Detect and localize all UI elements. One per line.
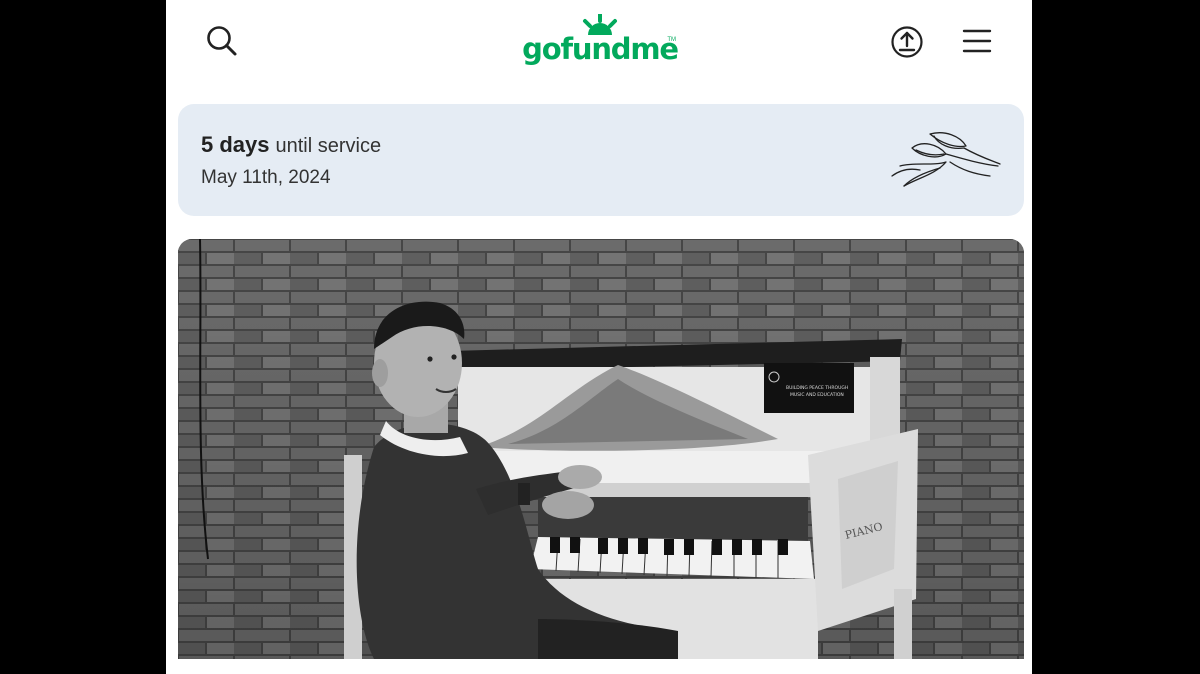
man-at-piano-photo: BUILDING PEACE THROUGH MUSIC AND EDUCATI… bbox=[178, 239, 1024, 659]
days-until-service: 5 days bbox=[201, 132, 270, 157]
menu-icon bbox=[962, 29, 992, 53]
search-icon bbox=[207, 26, 237, 56]
share-icon bbox=[891, 26, 923, 58]
logo-wordmark: gofundme bbox=[522, 32, 679, 66]
logo-trademark: TM bbox=[667, 37, 676, 43]
top-navigation-bar: gofundme TM bbox=[166, 0, 1032, 90]
gofundme-logo[interactable]: gofundme TM bbox=[522, 14, 679, 70]
page-viewport: gofundme TM 5 days until service May 11th… bbox=[166, 0, 1032, 674]
until-service-label: until service bbox=[275, 135, 382, 157]
service-countdown-banner: 5 days until service May 11th, 2024 bbox=[178, 104, 1024, 216]
piano-sign-line-1: BUILDING PEACE THROUGH bbox=[786, 385, 848, 391]
service-countdown: 5 days until service bbox=[201, 132, 381, 158]
menu-button[interactable] bbox=[955, 19, 999, 63]
service-date: May 11th, 2024 bbox=[201, 167, 331, 188]
search-button[interactable] bbox=[200, 19, 244, 63]
campaign-photo[interactable]: BUILDING PEACE THROUGH MUSIC AND EDUCATI… bbox=[178, 239, 1024, 659]
lily-flower-icon bbox=[891, 132, 1001, 187]
piano-sign-line-2: MUSIC AND EDUCATION bbox=[790, 392, 844, 398]
share-button[interactable] bbox=[885, 20, 929, 64]
